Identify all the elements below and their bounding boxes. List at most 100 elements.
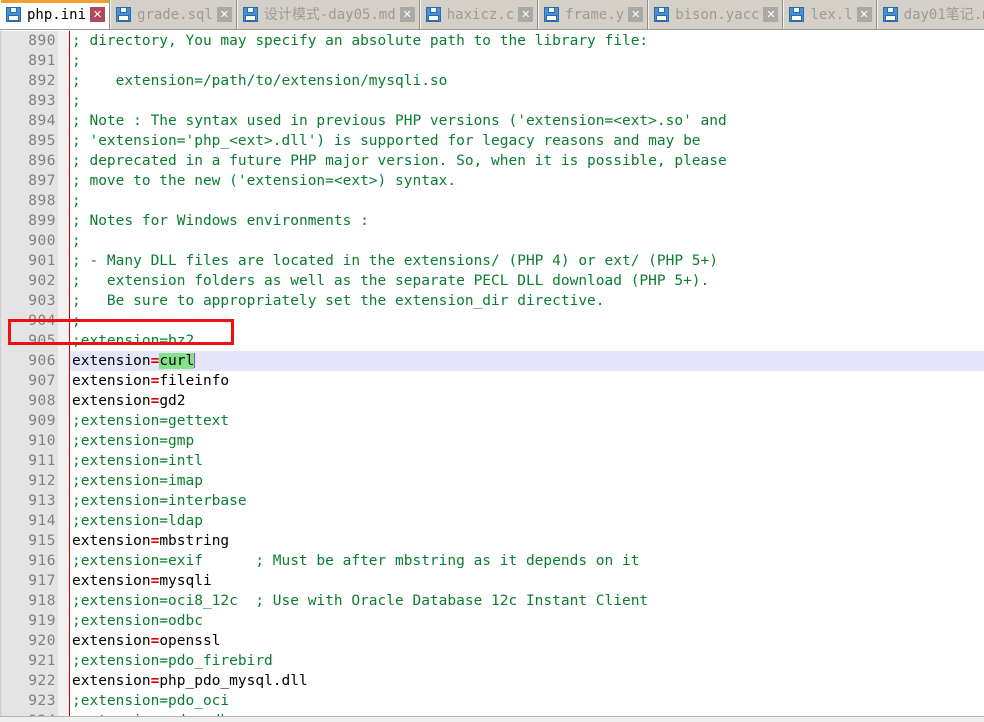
margin-guide-line — [69, 231, 70, 251]
code-line[interactable]: 922 extension=php_pdo_mysql.dll — [2, 671, 984, 691]
code-line[interactable]: 899 ; Notes for Windows environments : — [2, 211, 984, 231]
close-icon[interactable]: ✕ — [216, 7, 232, 22]
code-line[interactable]: 890 ; directory, You may specify an absol… — [2, 31, 984, 51]
fold-margin[interactable] — [58, 231, 69, 251]
close-icon[interactable]: ✕ — [518, 7, 534, 22]
code-line[interactable]: 892 ; extension=/path/to/extension/mysqli… — [2, 71, 984, 91]
code-line[interactable]: 897 ; move to the new ('extension=<ext>) … — [2, 171, 984, 191]
code-line[interactable]: 891; — [2, 51, 984, 71]
fold-margin[interactable] — [58, 31, 69, 51]
line-number: 912 — [2, 471, 58, 491]
code-line[interactable]: 904; — [2, 311, 984, 331]
code-line[interactable]: 894 ; Note : The syntax used in previous … — [2, 111, 984, 131]
close-icon[interactable]: ✕ — [399, 7, 415, 22]
code-line[interactable]: 907 extension=fileinfo — [2, 371, 984, 391]
margin-guide-line — [69, 551, 70, 571]
code-line[interactable]: 905 ;extension=bz2 — [2, 331, 984, 351]
code-line[interactable]: 898; — [2, 191, 984, 211]
code-line[interactable]: 913 ;extension=interbase — [2, 491, 984, 511]
fold-margin[interactable] — [58, 551, 69, 571]
fold-margin[interactable] — [58, 511, 69, 531]
tab-3[interactable]: haxicz.c ✕ — [419, 0, 539, 29]
code-line[interactable]: 893; — [2, 91, 984, 111]
code-line[interactable]: 902 ; extension folders as well as the se… — [2, 271, 984, 291]
floppy-disk-icon — [544, 7, 560, 22]
fold-margin[interactable] — [58, 211, 69, 231]
fold-margin[interactable] — [58, 431, 69, 451]
fold-margin[interactable] — [58, 611, 69, 631]
code-line[interactable]: 908 extension=gd2 — [2, 391, 984, 411]
code-line[interactable]: 916 ;extension=exif ; Must be after mbstr… — [2, 551, 984, 571]
fold-margin[interactable] — [58, 371, 69, 391]
code-text: ; - Many DLL files are located in the ex… — [72, 253, 719, 269]
tab-7[interactable]: day01笔记.md✕ — [876, 0, 984, 29]
tab-bar[interactable]: php.ini ✕ grade.sql ✕ 设计模式-day05.md ✕ haxicz.c… — [0, 0, 984, 30]
code-line[interactable]: 919 ;extension=odbc — [2, 611, 984, 631]
code-line[interactable]: 915 extension=mbstring — [2, 531, 984, 551]
code-line[interactable]: 896 ; deprecated in a future PHP major ve… — [2, 151, 984, 171]
fold-margin[interactable] — [58, 111, 69, 131]
fold-margin[interactable] — [58, 91, 69, 111]
close-icon[interactable]: ✕ — [90, 7, 106, 22]
margin-guide-line — [69, 411, 70, 431]
fold-margin[interactable] — [58, 291, 69, 311]
line-number: 917 — [2, 571, 58, 591]
fold-margin[interactable] — [58, 151, 69, 171]
fold-margin[interactable] — [58, 391, 69, 411]
code-line[interactable]: 901 ; - Many DLL files are located in the… — [2, 251, 984, 271]
code-text: ;extension=interbase — [72, 493, 247, 509]
fold-margin[interactable] — [58, 191, 69, 211]
tab-6[interactable]: lex.l ✕ — [783, 0, 877, 29]
line-number: 907 — [2, 371, 58, 391]
tab-5[interactable]: bison.yacc ✕ — [648, 0, 784, 29]
tab-4[interactable]: frame.y ✕ — [538, 0, 649, 29]
code-line[interactable]: 917 extension=mysqli — [2, 571, 984, 591]
fold-margin[interactable] — [58, 51, 69, 71]
code-line[interactable]: 910 ;extension=gmp — [2, 431, 984, 451]
code-line[interactable]: 912 ;extension=imap — [2, 471, 984, 491]
fold-margin[interactable] — [58, 71, 69, 91]
fold-margin[interactable] — [58, 131, 69, 151]
tab-1[interactable]: grade.sql ✕ — [110, 0, 237, 29]
fold-margin[interactable] — [58, 591, 69, 611]
fold-margin[interactable] — [58, 671, 69, 691]
fold-margin[interactable] — [58, 651, 69, 671]
fold-margin[interactable] — [58, 251, 69, 271]
margin-guide-line — [69, 431, 70, 451]
fold-margin[interactable] — [58, 171, 69, 191]
code-line[interactable]: 900; — [2, 231, 984, 251]
code-text: ;extension=imap — [72, 473, 203, 489]
fold-margin[interactable] — [58, 571, 69, 591]
fold-margin[interactable] — [58, 531, 69, 551]
line-number: 891 — [2, 51, 58, 71]
margin-guide-line — [69, 391, 70, 411]
fold-margin[interactable] — [58, 271, 69, 291]
code-line[interactable]: 918 ;extension=oci8_12c ; Use with Oracle… — [2, 591, 984, 611]
fold-margin[interactable] — [58, 411, 69, 431]
fold-margin[interactable] — [58, 691, 69, 711]
fold-margin[interactable] — [58, 331, 69, 351]
fold-margin[interactable] — [58, 631, 69, 651]
fold-margin[interactable] — [58, 471, 69, 491]
fold-margin[interactable] — [58, 311, 69, 331]
code-line[interactable]: 909 ;extension=gettext — [2, 411, 984, 431]
close-icon[interactable]: ✕ — [856, 7, 872, 22]
code-line[interactable]: 895 ; 'extension='php_<ext>.dll') is supp… — [2, 131, 984, 151]
tab-2[interactable]: 设计模式-day05.md ✕ — [236, 0, 420, 29]
close-icon[interactable]: ✕ — [628, 7, 644, 22]
code-line[interactable]: 903 ; Be sure to appropriately set the ex… — [2, 291, 984, 311]
code-line[interactable]: 911 ;extension=intl — [2, 451, 984, 471]
fold-margin[interactable] — [58, 451, 69, 471]
fold-margin[interactable] — [58, 351, 69, 371]
code-line[interactable]: 906 extension=curl — [2, 351, 984, 371]
code-line[interactable]: 914 ;extension=ldap — [2, 511, 984, 531]
code-line[interactable]: 921 ;extension=pdo_firebird — [2, 651, 984, 671]
horizontal-scrollbar[interactable] — [0, 716, 984, 722]
code-line[interactable]: 920 extension=openssl — [2, 631, 984, 651]
code-editor[interactable]: 890 ; directory, You may specify an absol… — [0, 31, 984, 716]
code-line[interactable]: 923 ;extension=pdo_oci — [2, 691, 984, 711]
tab-0[interactable]: php.ini ✕ — [0, 0, 111, 29]
fold-margin[interactable] — [58, 491, 69, 511]
close-icon[interactable]: ✕ — [763, 7, 779, 22]
floppy-disk-icon — [654, 7, 670, 22]
